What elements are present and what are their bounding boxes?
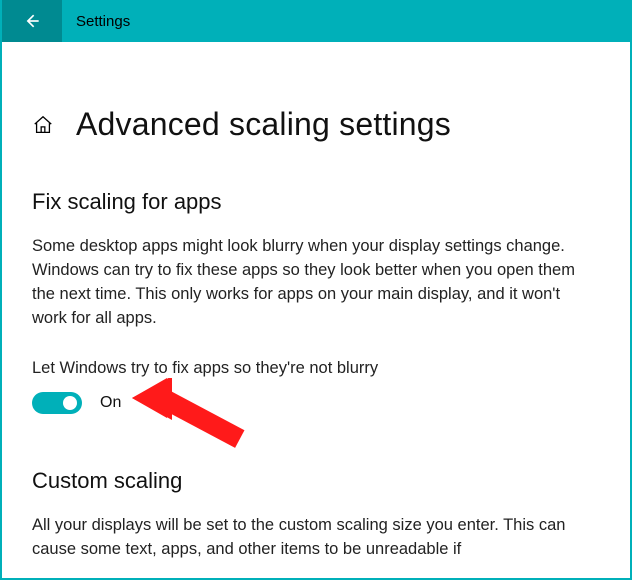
window-frame: Settings Advanced scaling settings Fix s… xyxy=(0,0,632,580)
titlebar-label: Settings xyxy=(62,13,130,30)
content-area: Advanced scaling settings Fix scaling fo… xyxy=(2,42,630,562)
fix-blurry-toggle[interactable] xyxy=(32,392,82,414)
page-title-row: Advanced scaling settings xyxy=(32,106,600,143)
custom-scaling-description: All your displays will be set to the cus… xyxy=(32,514,592,562)
back-button[interactable] xyxy=(2,0,62,42)
fix-blurry-toggle-row: On xyxy=(32,392,600,414)
fix-scaling-description: Some desktop apps might look blurry when… xyxy=(32,235,592,331)
home-icon[interactable] xyxy=(32,114,54,136)
fix-blurry-toggle-state: On xyxy=(100,394,121,412)
page-title: Advanced scaling settings xyxy=(76,106,451,143)
section-heading-fix-scaling: Fix scaling for apps xyxy=(32,189,600,215)
toggle-knob xyxy=(63,396,77,410)
section-heading-custom-scaling: Custom scaling xyxy=(32,468,600,494)
fix-blurry-option-label: Let Windows try to fix apps so they're n… xyxy=(32,359,600,378)
titlebar: Settings xyxy=(2,0,630,42)
arrow-left-icon xyxy=(22,11,42,31)
